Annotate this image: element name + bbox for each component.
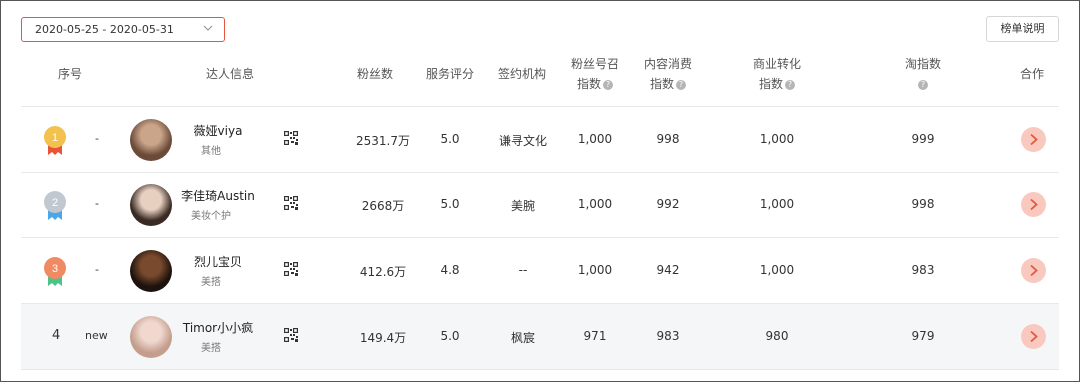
header-content: 内容消费 指数? — [636, 54, 700, 94]
rank-number: 2 — [52, 197, 58, 209]
table-row: 3 - 烈儿宝贝美搭 412.6万 4.8 -- 1,000 942 1,000 983 — [21, 238, 1059, 304]
commerce-index: 1,000 — [759, 263, 795, 277]
question-icon[interactable]: ? — [918, 79, 928, 90]
qr-code-icon[interactable] — [284, 328, 298, 342]
rank-medal-icon: 2 — [44, 191, 66, 220]
agency-name: 枫宸 — [510, 331, 535, 345]
question-icon[interactable]: ? — [676, 79, 686, 90]
tao-index: 998 — [911, 197, 935, 211]
table-row: 4 new Timor小小疯美搭 149.4万 5.0 枫宸 971 983 980 979 — [21, 304, 1059, 370]
header-fan-call: 粉丝号召 指数? — [563, 54, 627, 94]
influencer-category: 其他 — [201, 146, 221, 157]
question-icon[interactable]: ? — [603, 79, 613, 90]
chevron-right-icon — [1030, 330, 1038, 343]
influencer-category: 美搭 — [201, 343, 221, 354]
rank-trend: - — [95, 197, 99, 210]
commerce-index: 980 — [765, 329, 789, 343]
question-icon[interactable]: ? — [785, 79, 795, 90]
qr-code-icon[interactable] — [284, 196, 298, 210]
table-row: 2 - 李佳琦Austin 美妆个护 2668万 5.0 美腕 1,000 992 1,000 99… — [21, 172, 1059, 238]
rank-trend: - — [95, 263, 99, 276]
rank-trend: new — [85, 329, 108, 342]
chevron-right-icon — [1030, 133, 1038, 146]
cooperate-button[interactable] — [1021, 127, 1046, 152]
qr-code-icon[interactable] — [284, 262, 298, 276]
chevron-down-icon — [203, 25, 213, 31]
tao-index: 979 — [911, 329, 935, 343]
commerce-index: 1,000 — [759, 197, 795, 211]
ranking-explain-button[interactable]: 榜单说明 — [986, 16, 1059, 42]
influencer-name[interactable]: Timor小小疯 — [153, 319, 283, 336]
cooperate-button[interactable] — [1021, 258, 1046, 283]
date-range-select[interactable]: 2020-05-25 - 2020-05-31 — [21, 17, 225, 42]
header-rank: 序号 — [57, 67, 82, 81]
row-divider — [21, 369, 1059, 370]
header-tao: 淘指数 ? — [893, 54, 953, 94]
agency-name: 谦寻文化 — [498, 134, 547, 148]
content-index: 983 — [656, 329, 680, 343]
content-index: 998 — [656, 132, 680, 146]
rank-trend: - — [95, 132, 99, 145]
header-content-line2: 指数? — [636, 74, 700, 94]
header-fan-call-line1: 粉丝号召 — [570, 57, 619, 71]
influencer-name[interactable]: 烈儿宝贝 — [153, 253, 283, 270]
fans-count: 2531.7万 — [356, 134, 410, 148]
influencer-name[interactable]: 薇娅viya — [153, 122, 283, 139]
header-tao-line2: ? — [893, 74, 953, 94]
rank-medal-icon: 1 — [44, 126, 66, 155]
rank-number: 4 — [52, 328, 61, 343]
cooperate-button[interactable] — [1021, 192, 1046, 217]
header-fan-call-line2: 指数? — [563, 74, 627, 94]
fan-call-index: 1,000 — [577, 263, 613, 277]
content-index: 992 — [656, 197, 680, 211]
rank-number: 3 — [52, 263, 58, 275]
header-tao-line1: 淘指数 — [904, 57, 941, 71]
content-index: 942 — [656, 263, 680, 277]
header-commerce-line1: 商业转化 — [752, 57, 801, 71]
header-influencer: 达人信息 — [205, 67, 254, 81]
chevron-right-icon — [1030, 198, 1038, 211]
header-service: 服务评分 — [425, 67, 474, 81]
fan-call-index: 971 — [583, 329, 607, 343]
header-commerce-line2: 指数? — [744, 74, 810, 94]
date-range-value: 2020-05-25 - 2020-05-31 — [35, 23, 174, 36]
service-score: 4.8 — [440, 263, 460, 277]
service-score: 5.0 — [440, 329, 460, 343]
chevron-right-icon — [1030, 264, 1038, 277]
influencer-category: 美妆个护 — [191, 211, 231, 222]
rank-number: 1 — [52, 132, 58, 144]
fan-call-index: 1,000 — [577, 132, 613, 146]
tao-index: 983 — [911, 263, 935, 277]
fan-call-index: 1,000 — [577, 197, 613, 211]
cooperate-button[interactable] — [1021, 324, 1046, 349]
fans-count: 2668万 — [361, 199, 405, 213]
qr-code-icon[interactable] — [284, 131, 298, 145]
fans-count: 412.6万 — [359, 265, 407, 279]
header-commerce: 商业转化 指数? — [744, 54, 810, 94]
header-fans: 粉丝数 — [356, 67, 393, 81]
agency-name: 美腕 — [510, 199, 535, 213]
influencer-name[interactable]: 李佳琦Austin — [153, 187, 283, 204]
header-coop: 合作 — [1019, 67, 1044, 81]
influencer-category: 美搭 — [201, 277, 221, 288]
service-score: 5.0 — [440, 197, 460, 211]
commerce-index: 1,000 — [759, 132, 795, 146]
header-agency: 签约机构 — [497, 67, 546, 81]
tao-index: 999 — [911, 132, 935, 146]
rank-medal-icon: 3 — [44, 257, 66, 286]
service-score: 5.0 — [440, 132, 460, 146]
agency-name: -- — [518, 263, 528, 277]
header-content-line1: 内容消费 — [643, 57, 692, 71]
table-row: 1 - 薇娅viya 其他 2531.7万 5.0 谦寻文化 1,000 998 1,000 999 — [21, 107, 1059, 173]
fans-count: 149.4万 — [359, 331, 407, 345]
